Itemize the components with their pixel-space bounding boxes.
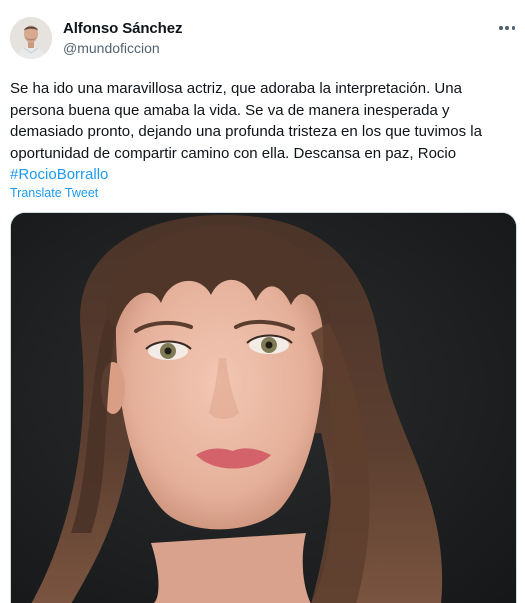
tweet-card: Alfonso Sánchez @mundoficcion Se ha ido …	[0, 0, 525, 603]
author-avatar[interactable]	[10, 17, 52, 59]
translate-tweet-link[interactable]: Translate Tweet	[10, 186, 98, 200]
more-options-icon[interactable]	[499, 24, 515, 32]
tweet-text-line: persona buena que amaba la vida. Se va d…	[10, 101, 450, 119]
tweet-text-line: oportunidad de compartir camino con ella…	[10, 144, 457, 162]
hashtag-link[interactable]: #RocioBorrallo	[10, 164, 515, 186]
tweet-media-image[interactable]	[10, 212, 517, 603]
author-handle[interactable]: @mundoficcion	[63, 40, 160, 56]
author-name[interactable]: Alfonso Sánchez	[63, 20, 182, 37]
more-dot-icon	[505, 26, 509, 30]
tweet-text-line: demasiado pronto, dejando una profunda t…	[10, 123, 482, 140]
more-dot-icon	[511, 26, 515, 30]
tweet-text-line: Se ha ido una maravillosa actriz, que ad…	[10, 80, 462, 97]
tweet-text: Se ha ido una maravillosa actriz, que ad…	[10, 78, 515, 186]
more-dot-icon	[499, 26, 503, 30]
